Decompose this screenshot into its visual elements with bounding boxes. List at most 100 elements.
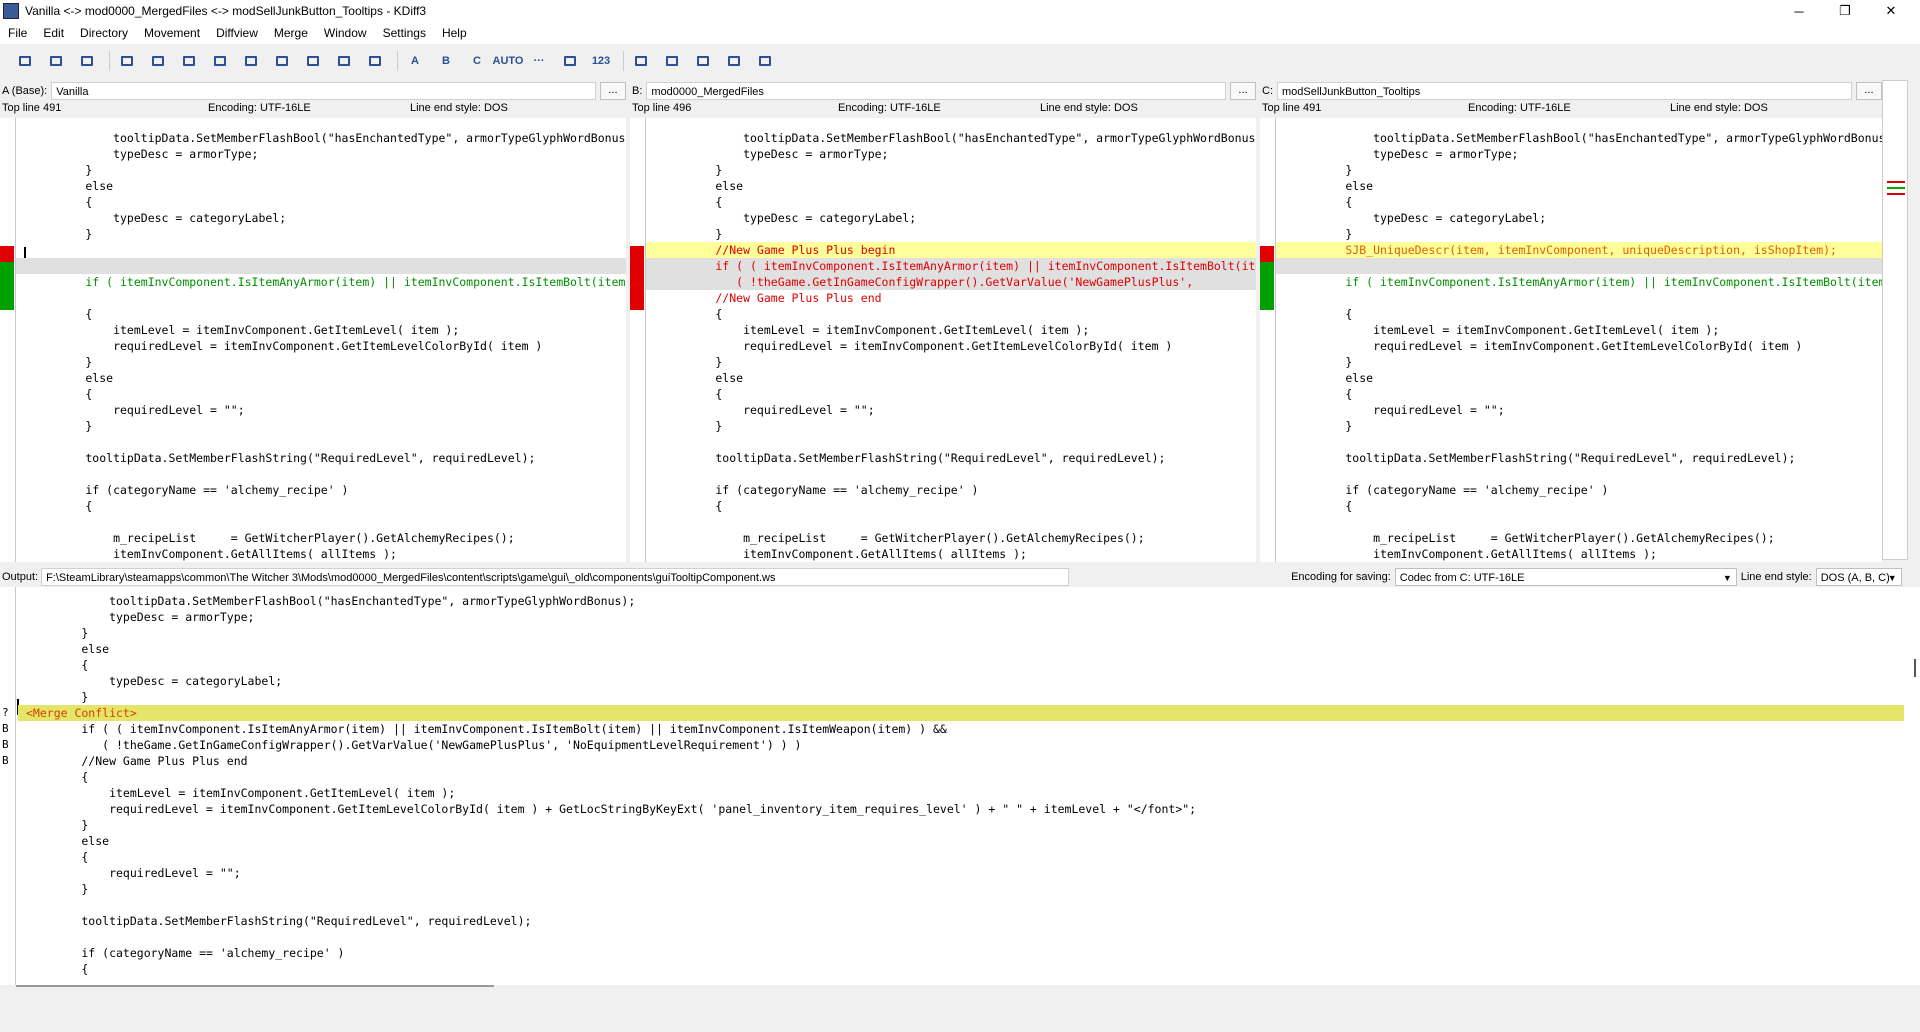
browse-button[interactable]: ...	[600, 82, 626, 100]
goto-current-delta-icon[interactable]	[114, 50, 140, 72]
pane-code[interactable]: tooltipData.SetMemberFlashBool("hasEncha…	[16, 130, 626, 562]
next-unsolved-conflict-icon[interactable]	[362, 50, 388, 72]
choose-a-everywhere-icon[interactable]	[628, 50, 654, 72]
menu-settings[interactable]: Settings	[375, 23, 434, 43]
code-line: requiredLevel = "";	[30, 403, 245, 417]
code-line: {	[30, 195, 93, 209]
kdiff3-app-icon	[3, 3, 19, 19]
output-line: typeDesc = armorType;	[26, 610, 255, 624]
code-line: else	[30, 371, 114, 385]
output-line: {	[26, 658, 89, 672]
show-whitespace-icon[interactable]: ···	[526, 50, 552, 72]
menu-edit[interactable]: Edit	[35, 23, 72, 43]
prev-conflict-icon[interactable]	[269, 50, 295, 72]
goto-first-delta-icon[interactable]	[145, 50, 171, 72]
pane-code[interactable]: tooltipData.SetMemberFlashBool("hasEncha…	[646, 130, 1256, 562]
code-line: SJB_UniqueDescr(item, itemInvComponent, …	[1276, 242, 1882, 258]
code-line: if (categoryName == 'alchemy_recipe' )	[660, 483, 979, 497]
code-line: if (categoryName == 'alchemy_recipe' )	[1290, 483, 1609, 497]
code-line: {	[660, 307, 723, 321]
overview-ac-icon[interactable]	[721, 50, 747, 72]
code-line: if (categoryName == 'alchemy_recipe' )	[30, 483, 349, 497]
close-button[interactable]: ✕	[1868, 0, 1914, 22]
overview-normal-icon[interactable]	[659, 50, 685, 72]
output-scroll-indicator[interactable]	[1914, 659, 1916, 677]
select-a-icon[interactable]: A	[402, 50, 428, 72]
diff-pane-b[interactable]: tooltipData.SetMemberFlashBool("hasEncha…	[630, 118, 1256, 562]
maximize-button[interactable]: ❐	[1822, 0, 1868, 22]
overview-ab-icon[interactable]	[690, 50, 716, 72]
print-icon[interactable]	[74, 50, 100, 72]
show-white-space-chars-icon[interactable]	[557, 50, 583, 72]
code-line: requiredLevel = itemInvComponent.GetItem…	[660, 339, 1173, 353]
line-end-label: Line end style: DOS	[410, 102, 508, 114]
toolbar-separator	[109, 51, 110, 71]
encoding-select[interactable]: Codec from C: UTF-16LE ▼	[1394, 568, 1737, 586]
prev-unsolved-conflict-icon[interactable]	[331, 50, 357, 72]
code-line: tooltipData.SetMemberFlashBool("hasEncha…	[30, 131, 626, 145]
code-line: }	[660, 419, 723, 433]
code-line	[1276, 258, 1882, 274]
overview-conflict-mark	[1887, 181, 1905, 183]
merge-source-marker	[0, 833, 15, 849]
next-delta-icon[interactable]	[238, 50, 264, 72]
browse-button[interactable]: ...	[1856, 82, 1882, 100]
menu-diffview[interactable]: Diffview	[208, 23, 266, 43]
merge-source-marker	[0, 961, 15, 977]
pane-header-c: C: modSellJunkButton_Tooltips...	[1260, 80, 1882, 102]
code-line: }	[30, 227, 93, 241]
save-icon-glyph	[50, 56, 62, 66]
word-wrap-icon[interactable]	[752, 50, 778, 72]
show-line-numbers-icon[interactable]: 123	[588, 50, 614, 72]
minimize-button[interactable]: ─	[1776, 0, 1822, 22]
pane-file-field[interactable]: mod0000_MergedFiles	[646, 82, 1226, 100]
browse-button[interactable]: ...	[1230, 82, 1256, 100]
code-line: }	[1290, 227, 1353, 241]
pane-file-field[interactable]: Vanilla	[51, 82, 596, 100]
select-b-icon[interactable]: B	[433, 50, 459, 72]
merge-source-marker: B	[2, 722, 9, 735]
code-line: if ( itemInvComponent.IsItemAnyArmor(ite…	[30, 275, 626, 289]
menu-directory[interactable]: Directory	[72, 23, 136, 43]
open-icon[interactable]	[12, 50, 38, 72]
code-line: {	[30, 499, 93, 513]
select-c-icon[interactable]: C	[464, 50, 490, 72]
code-line: requiredLevel = "";	[1290, 403, 1505, 417]
menu-file[interactable]: File	[0, 23, 35, 43]
code-line: tooltipData.SetMemberFlashBool("hasEncha…	[660, 131, 1256, 145]
line-end-select[interactable]: DOS (A, B, C) ▼	[1815, 568, 1902, 586]
top-line-label: Top line 491	[2, 102, 62, 114]
auto-advance-icon[interactable]: AUTO	[493, 50, 524, 72]
output-code[interactable]: tooltipData.SetMemberFlashBool("hasEncha…	[18, 593, 1904, 977]
overview-ab-icon-glyph	[697, 56, 709, 66]
merge-source-marker: B	[2, 754, 9, 767]
diff-overview-bar[interactable]	[1882, 80, 1908, 560]
save-icon[interactable]	[43, 50, 69, 72]
code-line: requiredLevel = "";	[660, 403, 875, 417]
output-line: tooltipData.SetMemberFlashBool("hasEncha…	[26, 594, 636, 608]
diff-marker	[0, 262, 14, 310]
code-line: m_recipeList = GetWitcherPlayer().GetAlc…	[30, 531, 515, 545]
merge-conflict-line[interactable]: <Merge Conflict>	[18, 705, 1904, 721]
output-path-field[interactable]: F:\SteamLibrary\steamapps\common\The Wit…	[41, 568, 1070, 586]
pane-file-field[interactable]: modSellJunkButton_Tooltips	[1277, 82, 1852, 100]
diff-pane-c[interactable]: tooltipData.SetMemberFlashBool("hasEncha…	[1260, 118, 1882, 562]
next-conflict-icon[interactable]	[300, 50, 326, 72]
merge-output-pane[interactable]: ? B B B tooltipData.SetMemberFlashBool("has…	[0, 587, 1920, 985]
diff-pane-a[interactable]: tooltipData.SetMemberFlashBool("hasEncha…	[0, 118, 626, 562]
output-line: }	[26, 818, 89, 832]
menu-merge[interactable]: Merge	[266, 23, 316, 43]
menu-window[interactable]: Window	[316, 23, 375, 43]
prev-delta-icon[interactable]	[207, 50, 233, 72]
code-line: }	[30, 163, 93, 177]
horizontal-scrollbar[interactable]	[16, 985, 494, 987]
menu-movement[interactable]: Movement	[136, 23, 208, 43]
code-line: itemLevel = itemInvComponent.GetItemLeve…	[30, 323, 460, 337]
overview-ac-icon-glyph	[728, 56, 740, 66]
code-line: itemInvComponent.GetAllItems( allItems )…	[30, 547, 397, 561]
goto-last-delta-icon[interactable]	[176, 50, 202, 72]
pane-code[interactable]: tooltipData.SetMemberFlashBool("hasEncha…	[1276, 130, 1882, 562]
menu-help[interactable]: Help	[434, 23, 475, 43]
